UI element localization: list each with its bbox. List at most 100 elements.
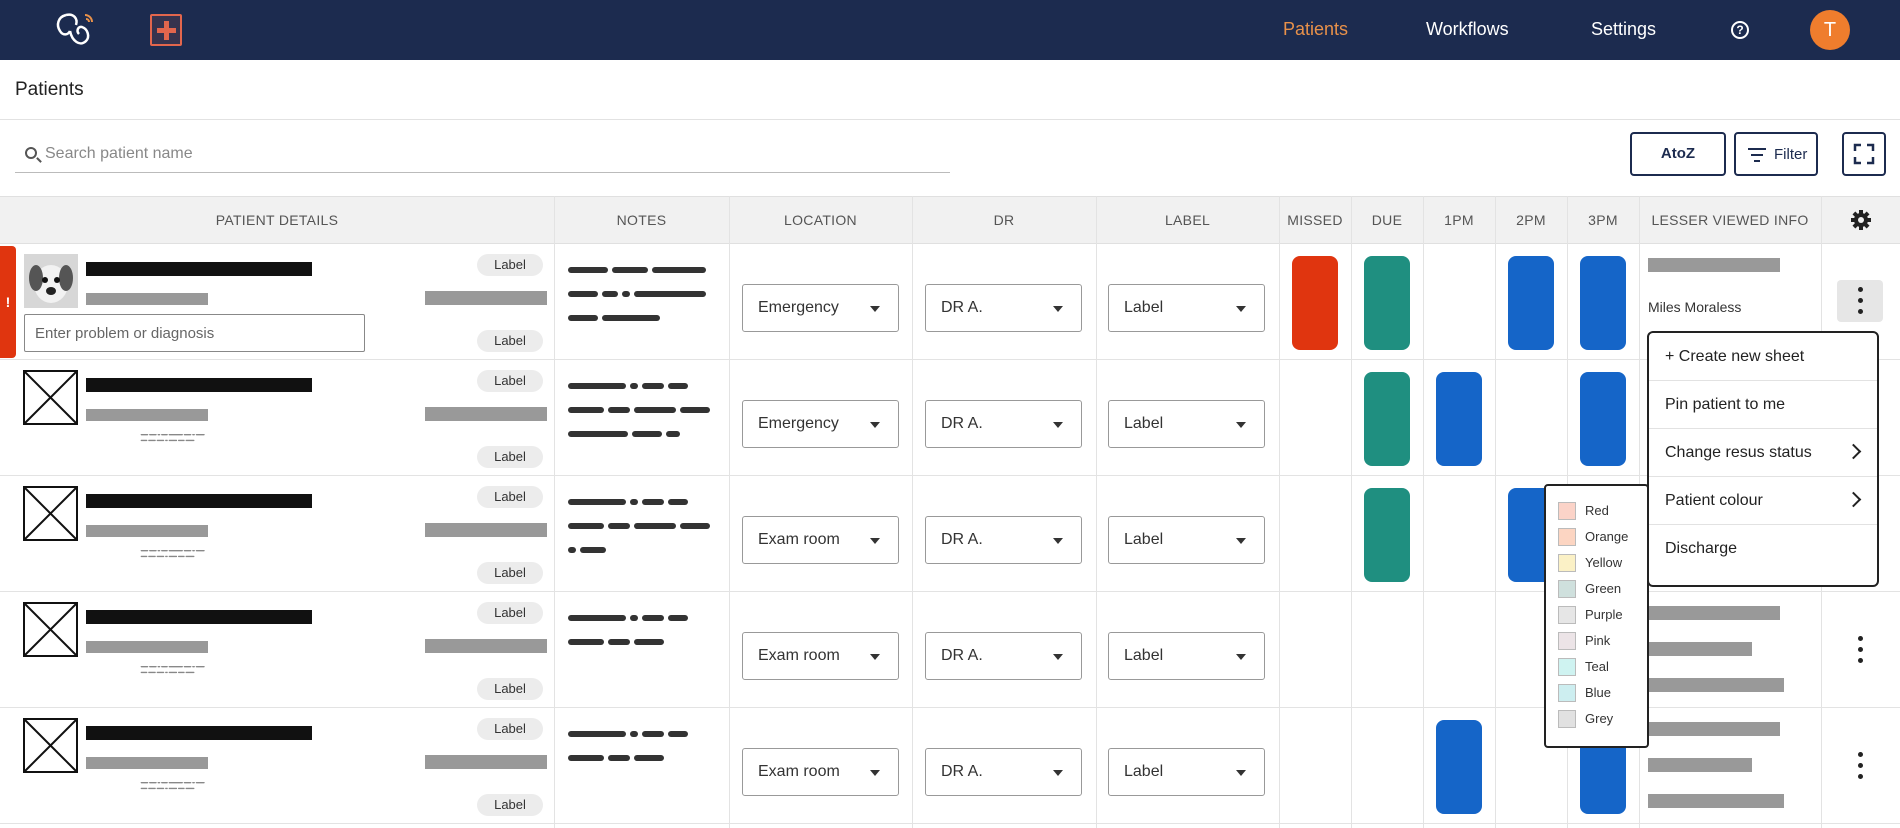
colour-label: Purple — [1585, 607, 1623, 622]
label-pill[interactable]: Label — [477, 370, 543, 392]
fullscreen-button[interactable] — [1842, 132, 1886, 176]
nav-link-patients[interactable]: Patients — [1283, 19, 1348, 40]
colour-label: Grey — [1585, 711, 1614, 726]
location-value: Emergency — [758, 415, 839, 432]
gear-icon[interactable] — [1850, 209, 1872, 231]
more-options-button[interactable] — [1837, 745, 1883, 787]
location-select[interactable]: Exam room — [742, 632, 899, 680]
location-select[interactable]: Exam room — [742, 516, 899, 564]
menu-item-create-new-sheet[interactable]: + Create new sheet — [1649, 333, 1877, 381]
colour-label: Yellow — [1585, 555, 1623, 570]
label-pill[interactable]: Label — [477, 794, 543, 816]
chevron-down-icon — [1236, 654, 1246, 660]
search-input[interactable] — [45, 141, 925, 167]
more-options-button[interactable] — [1837, 629, 1883, 671]
medical-cross-icon[interactable] — [150, 14, 182, 46]
chevron-right-icon — [1845, 443, 1862, 460]
column-header-patient-details[interactable]: PATIENT DETAILS — [0, 197, 554, 245]
column-header-label[interactable]: LABEL — [1096, 197, 1279, 245]
due-task-block[interactable] — [1364, 372, 1410, 466]
menu-item-pin-patient[interactable]: Pin patient to me — [1649, 381, 1877, 429]
label-select[interactable]: Label — [1108, 284, 1265, 332]
placeholder-image-icon — [23, 370, 78, 425]
label-select[interactable]: Label — [1108, 400, 1265, 448]
label-pill[interactable]: Label — [477, 330, 543, 352]
doctor-value: DR A. — [941, 415, 983, 432]
menu-item-discharge[interactable]: Discharge — [1649, 525, 1877, 573]
table-row[interactable]: ! Label Label Emergency DR A. Label Mile… — [0, 244, 1900, 360]
due-task-block[interactable] — [1364, 256, 1410, 350]
column-header-1pm[interactable]: 1PM — [1423, 197, 1495, 245]
location-select[interactable]: Emergency — [742, 284, 899, 332]
label-pill[interactable]: Label — [477, 718, 543, 740]
colour-swatch — [1558, 710, 1576, 728]
label-select[interactable]: Label — [1108, 748, 1265, 796]
menu-item-change-resus-status[interactable]: Change resus status — [1649, 429, 1877, 477]
task-block-1pm[interactable] — [1436, 372, 1482, 466]
info-bar — [1648, 722, 1780, 736]
doctor-select[interactable]: DR A. — [925, 400, 1082, 448]
chevron-down-icon — [870, 422, 880, 428]
patient-subinfo — [86, 293, 208, 305]
patient-meta — [425, 407, 547, 421]
label-pill[interactable]: Label — [477, 486, 543, 508]
patient-name — [86, 494, 312, 508]
doctor-select[interactable]: DR A. — [925, 516, 1082, 564]
alert-flag[interactable]: ! — [0, 246, 16, 358]
location-select[interactable]: Exam room — [742, 748, 899, 796]
label-pill[interactable]: Label — [477, 254, 543, 276]
page-title: Patients — [15, 79, 84, 100]
label-pill[interactable]: Label — [477, 678, 543, 700]
help-circle-icon[interactable]: ? — [1731, 21, 1749, 39]
label-pill[interactable]: Label — [477, 446, 543, 468]
nav-link-settings[interactable]: Settings — [1591, 19, 1656, 40]
column-header-notes[interactable]: NOTES — [554, 197, 729, 245]
colour-swatch — [1558, 554, 1576, 572]
divider — [0, 119, 1900, 120]
task-block-3pm[interactable] — [1580, 256, 1626, 350]
column-header-due[interactable]: DUE — [1351, 197, 1423, 245]
menu-item-patient-colour[interactable]: Patient colour — [1649, 477, 1877, 525]
sort-atoz-button[interactable]: AtoZ — [1630, 132, 1726, 176]
info-name: Miles Moraless — [1648, 299, 1742, 315]
task-block-3pm[interactable] — [1580, 372, 1626, 466]
user-avatar[interactable]: T — [1810, 10, 1850, 50]
patient-subinfo — [86, 641, 208, 653]
due-task-block[interactable] — [1364, 488, 1410, 582]
doctor-select[interactable]: DR A. — [925, 632, 1082, 680]
diagnosis-input[interactable] — [24, 314, 365, 352]
column-header-3pm[interactable]: 3PM — [1567, 197, 1639, 245]
label-select[interactable]: Label — [1108, 632, 1265, 680]
chevron-down-icon — [1236, 306, 1246, 312]
column-header-2pm[interactable]: 2PM — [1495, 197, 1567, 245]
column-header-missed[interactable]: MISSED — [1279, 197, 1351, 245]
label-pill[interactable]: Label — [477, 562, 543, 584]
label-pill[interactable]: Label — [477, 602, 543, 624]
colour-label: Green — [1585, 581, 1622, 596]
info-bar — [1648, 258, 1780, 272]
diagnosis-text — [140, 550, 205, 558]
task-block-2pm[interactable] — [1508, 256, 1554, 350]
placeholder-image-icon — [23, 486, 78, 541]
label-select[interactable]: Label — [1108, 516, 1265, 564]
colour-swatch — [1558, 502, 1576, 520]
patient-meta — [425, 755, 547, 769]
stethoscope-logo-icon[interactable] — [52, 11, 98, 49]
filter-button[interactable]: Filter — [1734, 132, 1818, 176]
missed-task-block[interactable] — [1292, 256, 1338, 350]
table-header: PATIENT DETAILS NOTES LOCATION DR LABEL … — [0, 196, 1900, 244]
label-value: Label — [1124, 531, 1164, 548]
table-row[interactable]: Label Label Emergency DR A. Label — [0, 360, 1900, 476]
doctor-select[interactable]: DR A. — [925, 284, 1082, 332]
column-header-lesser-viewed-info[interactable]: LESSER VIEWED INFO — [1639, 197, 1821, 245]
more-options-button[interactable] — [1837, 280, 1883, 322]
nav-link-workflows[interactable]: Workflows — [1426, 19, 1509, 40]
location-select[interactable]: Emergency — [742, 400, 899, 448]
column-header-dr[interactable]: DR — [912, 197, 1096, 245]
patient-meta — [425, 639, 547, 653]
doctor-value: DR A. — [941, 763, 983, 780]
task-block-1pm[interactable] — [1436, 720, 1482, 814]
diagnosis-text — [140, 434, 205, 442]
column-header-location[interactable]: LOCATION — [729, 197, 912, 245]
doctor-select[interactable]: DR A. — [925, 748, 1082, 796]
